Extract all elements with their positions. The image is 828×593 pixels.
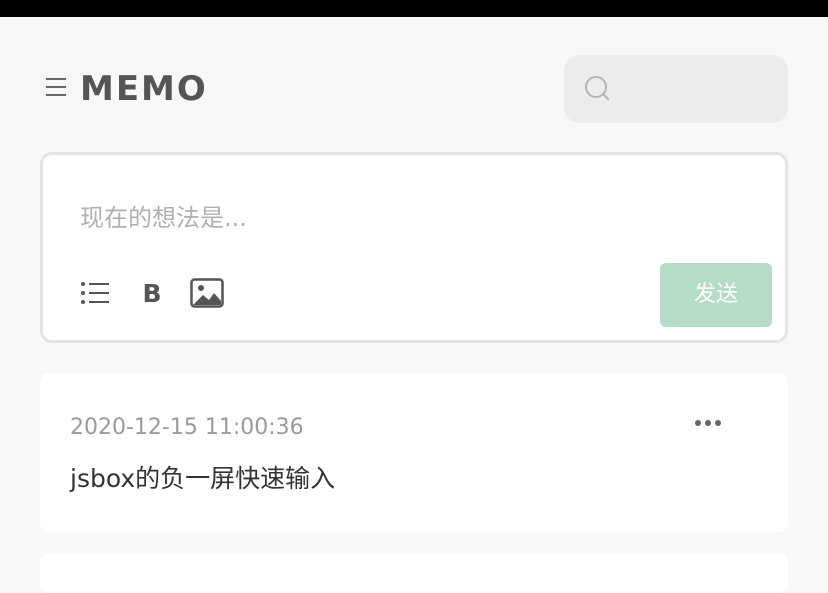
search-icon xyxy=(584,75,612,103)
memo-card: 2020-12-15 11:00:36 jsbox的负一屏快速输入 xyxy=(40,373,788,532)
memo-content: jsbox的负一屏快速输入 xyxy=(70,464,336,493)
menu-icon[interactable] xyxy=(44,76,68,98)
send-button[interactable]: 发送 xyxy=(660,263,772,327)
memo-editor: 现在的想法是... B 发送 xyxy=(40,152,788,343)
status-bar xyxy=(0,0,828,17)
image-icon[interactable] xyxy=(190,277,224,309)
memo-timestamp: 2020-12-15 11:00:36 xyxy=(70,415,304,440)
list-icon[interactable] xyxy=(80,279,110,307)
more-icon[interactable] xyxy=(692,411,724,435)
bold-icon[interactable]: B xyxy=(139,279,165,309)
memo-card xyxy=(40,553,788,593)
app-title: MEMO xyxy=(80,69,208,109)
search-box[interactable] xyxy=(564,55,788,123)
editor-input[interactable]: 现在的想法是... xyxy=(80,201,247,235)
